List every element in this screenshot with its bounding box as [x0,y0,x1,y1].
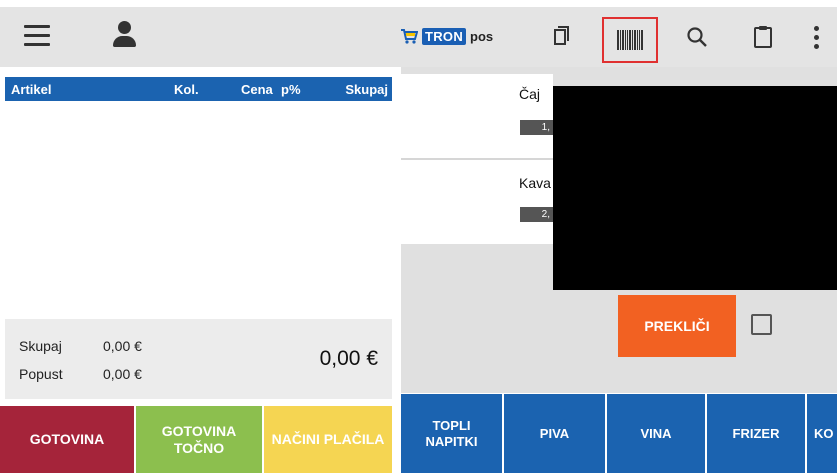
category-piva-label: PIVA [539,425,570,441]
product-tile-kava[interactable]: Kava 2, [401,160,554,244]
category-topli-line2: NAPITKI [425,433,478,449]
copy-icon[interactable] [550,22,576,48]
category-vina-label: VINA [640,425,672,441]
product-tile-caj[interactable]: Čaj 1, [401,74,554,158]
column-skupaj: Skupaj [345,82,388,97]
product-price: 2, [520,207,554,222]
product-price: 1, [520,120,554,135]
column-discount: p% [281,82,301,97]
discount-value: 0,00 € [103,366,142,382]
app-logo: TRON pos [400,24,493,48]
search-icon[interactable] [682,22,712,52]
subtotal-label: Skupaj [19,338,62,354]
logo-brand: TRON [422,27,467,45]
column-kol: Kol. [174,82,199,97]
category-ko-label: KO [814,425,834,441]
scanner-checkbox[interactable] [751,314,772,335]
product-name: Čaj [519,86,541,102]
hamburger-icon[interactable] [22,20,52,50]
discount-label: Popust [19,366,63,382]
barcode-icon[interactable] [602,17,658,63]
cancel-scan-button[interactable]: PREKLIČI [618,295,736,357]
category-topli-napitki[interactable]: TOPLI NAPITKI [401,394,502,473]
category-frizer-label: FRIZER [732,425,780,441]
exact-cash-label-line2: TOČNO [173,439,225,456]
cancel-scan-label: PREKLIČI [644,318,710,334]
cart-icon [401,29,418,44]
payment-methods-button[interactable]: NAČINI PLAČILA [264,406,392,473]
receipt-table-header: Artikel Kol. Cena p% Skupaj [5,77,392,101]
column-cena: Cena [241,82,273,97]
category-frizer[interactable]: FRIZER [707,394,805,473]
exact-cash-button[interactable]: GOTOVINA TOČNO [136,406,262,473]
column-artikel: Artikel [11,82,52,97]
grand-total: 0,00 € [319,347,378,370]
category-piva[interactable]: PIVA [504,394,605,473]
clipboard-icon[interactable] [750,22,776,52]
category-ko[interactable]: KO [807,394,837,473]
cash-button[interactable]: GOTOVINA [0,406,134,473]
more-vertical-icon[interactable] [806,22,826,52]
subtotal-value: 0,00 € [103,338,142,354]
cash-button-label: GOTOVINA [29,431,105,447]
totals-panel: Skupaj 0,00 € Popust 0,00 € 0,00 € [5,319,392,399]
payment-methods-label: NAČINI PLAČILA [271,431,385,447]
category-vina[interactable]: VINA [607,394,705,473]
product-name: Kava [519,175,551,191]
exact-cash-label-line1: GOTOVINA [161,422,237,439]
logo-product: pos [470,28,494,44]
barcode-scanner-preview [553,86,837,290]
category-topli-line1: TOPLI [432,417,471,433]
user-icon[interactable] [110,18,140,52]
